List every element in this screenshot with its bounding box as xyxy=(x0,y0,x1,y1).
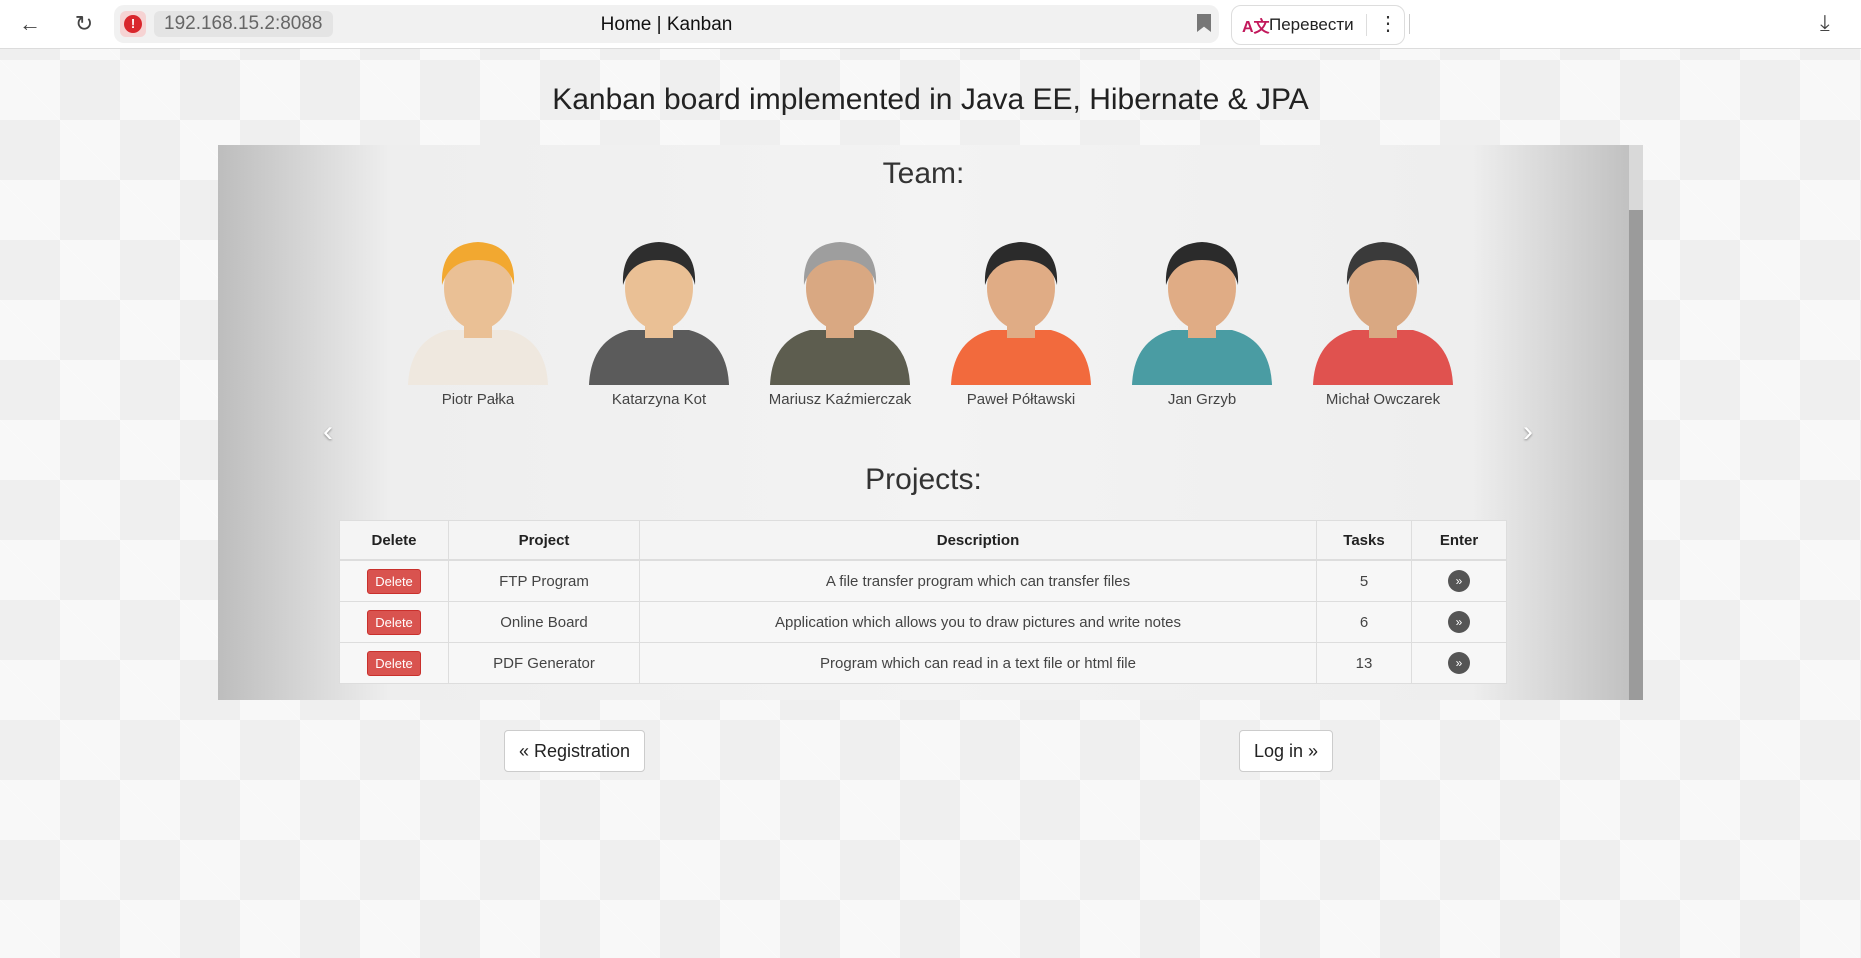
warning-icon[interactable]: ! xyxy=(120,11,146,37)
team-member-name: Jan Grzyb xyxy=(1167,391,1237,408)
project-tasks: 13 xyxy=(1316,642,1412,684)
team-heading: Team: xyxy=(882,157,965,190)
avatar xyxy=(770,242,910,385)
team-member-name: Michał Owczarek xyxy=(1325,391,1441,408)
delete-button[interactable]: Delete xyxy=(367,650,421,676)
team-member-name: Piotr Pałka xyxy=(441,391,515,408)
column-header-delete: Delete xyxy=(339,520,449,561)
registration-button[interactable]: « Registration xyxy=(504,730,646,772)
carousel-next-arrow[interactable]: › xyxy=(1523,415,1533,449)
team-member: Michał Owczarek xyxy=(1293,230,1473,408)
reload-icon[interactable]: ↻ xyxy=(70,10,98,38)
avatar xyxy=(408,242,548,385)
team-member: Piotr Pałka xyxy=(388,230,568,408)
divider xyxy=(1409,14,1410,34)
projects-table: Delete Project Description Tasks Enter D… xyxy=(339,520,1507,684)
scrollbar-thumb[interactable] xyxy=(1629,210,1643,700)
project-description: A file transfer program which can transf… xyxy=(639,559,1317,602)
avatar xyxy=(589,242,729,385)
project-name: PDF Generator xyxy=(448,642,640,684)
team-member: Paweł Półtawski xyxy=(931,230,1111,408)
address-bar[interactable]: ! 192.168.15.2:8088 Home | Kanban xyxy=(114,5,1219,43)
avatar xyxy=(1313,242,1453,385)
table-header-row: Delete Project Description Tasks Enter xyxy=(339,520,1507,561)
scrollbar-track[interactable] xyxy=(1629,145,1643,700)
team-member: Jan Grzyb xyxy=(1112,230,1292,408)
translate-label: Перевести xyxy=(1269,15,1354,34)
column-header-project: Project xyxy=(448,520,640,561)
browser-toolbar: ← ↻ ! 192.168.15.2:8088 Home | Kanban A文… xyxy=(0,0,1861,49)
enter-button[interactable]: » xyxy=(1448,611,1470,633)
back-arrow-icon[interactable]: ← xyxy=(16,10,44,38)
project-description: Program which can read in a text file or… xyxy=(639,642,1317,684)
url-text[interactable]: 192.168.15.2:8088 xyxy=(154,11,333,37)
bookmark-icon[interactable] xyxy=(1197,14,1211,32)
login-button[interactable]: Log in » xyxy=(1239,730,1334,772)
team-member-name: Mariusz Kaźmierczak xyxy=(768,391,912,408)
project-description: Application which allows you to draw pic… xyxy=(639,601,1317,643)
table-row: Delete FTP Program A file transfer progr… xyxy=(339,559,1507,602)
project-name: Online Board xyxy=(448,601,640,643)
carousel-prev-arrow[interactable]: ‹ xyxy=(323,415,333,449)
divider xyxy=(1366,14,1367,36)
table-row: Delete PDF Generator Program which can r… xyxy=(339,642,1507,684)
page-title: Kanban board implemented in Java EE, Hib… xyxy=(552,83,1309,116)
enter-button[interactable]: » xyxy=(1448,652,1470,674)
column-header-tasks: Tasks xyxy=(1316,520,1412,561)
column-header-enter: Enter xyxy=(1411,520,1507,561)
project-name: FTP Program xyxy=(448,559,640,602)
team-list: Piotr Pałka Katarzyna Kot Mariusz Kaźmierc… xyxy=(388,230,1478,410)
avatar xyxy=(951,242,1091,385)
project-tasks: 6 xyxy=(1316,601,1412,643)
table-row: Delete Online Board Application which al… xyxy=(339,601,1507,643)
project-tasks: 5 xyxy=(1316,559,1412,602)
carousel: Team: Piotr Pałka Katarzyna Kot Mariusz Ka… xyxy=(218,145,1643,700)
team-member-name: Paweł Półtawski xyxy=(966,391,1076,408)
download-icon[interactable]: ⤓ xyxy=(1820,10,1830,36)
translate-icon: A文 xyxy=(1242,19,1270,36)
enter-button[interactable]: » xyxy=(1448,570,1470,592)
delete-button[interactable]: Delete xyxy=(367,568,421,594)
column-header-description: Description xyxy=(639,520,1317,561)
team-member-name: Katarzyna Kot xyxy=(611,391,707,408)
team-member: Mariusz Kaźmierczak xyxy=(750,230,930,408)
delete-button[interactable]: Delete xyxy=(367,609,421,635)
projects-heading: Projects: xyxy=(865,463,982,496)
translate-button[interactable]: A文 Перевести ⋮ xyxy=(1231,5,1405,45)
more-icon[interactable]: ⋮ xyxy=(1378,11,1398,36)
team-member: Katarzyna Kot xyxy=(569,230,749,408)
avatar xyxy=(1132,242,1272,385)
